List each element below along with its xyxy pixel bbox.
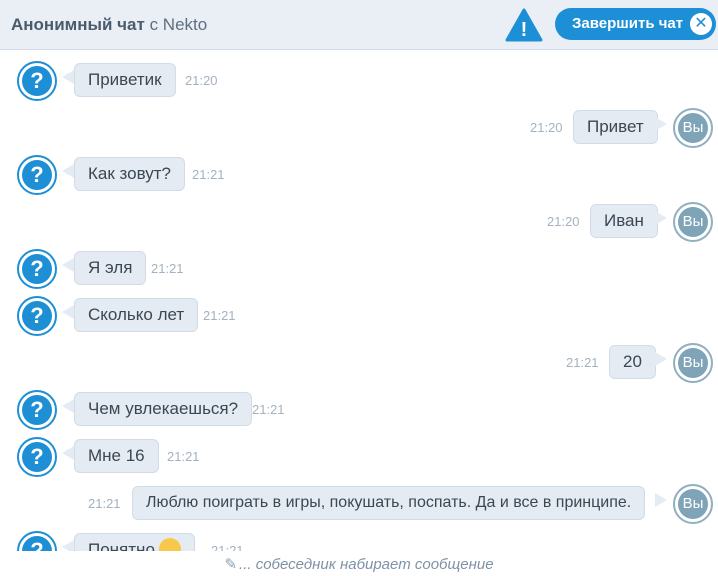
question-icon: ? xyxy=(22,160,52,190)
message-bubble: Иван xyxy=(590,204,658,238)
stranger-avatar: ? xyxy=(17,296,57,336)
message-row: 21:20 Иван Вы xyxy=(0,202,718,242)
message-bubble: Я эля xyxy=(74,251,147,285)
message-bubble: 20 xyxy=(609,345,656,379)
bubble-tail xyxy=(62,399,74,413)
message-time: 21:21 xyxy=(211,543,244,551)
stranger-avatar: ? xyxy=(17,390,57,430)
message-time: 21:20 xyxy=(530,120,563,135)
typing-indicator: ✎... собеседник набирает сообщение xyxy=(0,555,718,576)
message-row: ? Сколько лет 21:21 xyxy=(0,296,718,336)
question-icon: ? xyxy=(22,395,52,425)
warning-icon[interactable]: ! xyxy=(505,8,543,42)
message-row: 21:21 Люблю поиграть в игры, покушать, п… xyxy=(0,484,718,524)
bubble-tail xyxy=(655,493,667,507)
message-time: 21:21 xyxy=(167,449,200,464)
message-row: ? Чем увлекаешься? 21:21 xyxy=(0,390,718,430)
stranger-avatar: ? xyxy=(17,437,57,477)
typing-text: ... собеседник набирает сообщение xyxy=(239,556,494,573)
message-list[interactable]: ? Приветик 21:20 21:20 Привет Вы ? Как з… xyxy=(0,51,718,551)
message-row: 21:21 20 Вы xyxy=(0,343,718,383)
message-bubble: Привет xyxy=(573,110,658,144)
my-avatar: Вы xyxy=(673,202,713,242)
stranger-avatar: ? xyxy=(17,531,57,551)
message-time: 21:21 xyxy=(151,261,184,276)
my-avatar: Вы xyxy=(673,484,713,524)
bubble-tail xyxy=(62,305,74,319)
message-row: ? Я эля 21:21 xyxy=(0,249,718,289)
stranger-avatar: ? xyxy=(17,249,57,289)
stranger-avatar: ? xyxy=(17,61,57,101)
chat-title: Анонимный чат с Nekto xyxy=(11,15,207,35)
message-time: 21:21 xyxy=(88,496,121,511)
bubble-tail xyxy=(62,446,74,460)
pencil-icon: ✎ xyxy=(224,556,238,573)
bubble-tail xyxy=(655,211,667,225)
bubble-tail xyxy=(62,164,74,178)
question-icon: ? xyxy=(22,442,52,472)
message-row: 21:20 Привет Вы xyxy=(0,108,718,148)
stranger-avatar: ? xyxy=(17,155,57,195)
question-icon: ? xyxy=(22,301,52,331)
message-time: 21:21 xyxy=(203,308,236,323)
message-bubble: Люблю поиграть в игры, покушать, поспать… xyxy=(132,486,646,520)
question-icon: ? xyxy=(22,66,52,96)
end-chat-button[interactable]: Завершить чат ✕ xyxy=(555,8,716,40)
message-bubble: Приветик xyxy=(74,63,176,97)
message-row: ? Понятно 21:21 xyxy=(0,531,718,551)
chat-title-bold: Анонимный чат xyxy=(11,15,145,34)
message-text: Понятно xyxy=(88,540,155,551)
message-time: 21:21 xyxy=(192,167,225,182)
message-row: ? Приветик 21:20 xyxy=(0,61,718,101)
message-time: 21:20 xyxy=(547,214,580,229)
bubble-tail xyxy=(62,540,74,551)
message-bubble: Чем увлекаешься? xyxy=(74,392,253,426)
smile-emoji-icon xyxy=(158,537,181,551)
message-time: 21:21 xyxy=(566,355,599,370)
message-bubble: Как зовут? xyxy=(74,157,185,191)
chat-header: Анонимный чат с Nekto ! Завершить чат ✕ xyxy=(0,0,718,50)
message-row: ? Как зовут? 21:21 xyxy=(0,155,718,195)
end-chat-label: Завершить чат xyxy=(572,15,684,32)
message-bubble: Мне 16 xyxy=(74,439,159,473)
warning-symbol: ! xyxy=(521,19,528,41)
bubble-tail xyxy=(655,352,667,366)
bubble-tail xyxy=(62,258,74,272)
message-row: ? Мне 16 21:21 xyxy=(0,437,718,477)
chat-title-partner: с Nekto xyxy=(149,15,208,34)
bubble-tail xyxy=(655,117,667,131)
message-time: 21:20 xyxy=(185,73,218,88)
my-avatar: Вы xyxy=(673,343,713,383)
my-avatar: Вы xyxy=(673,108,713,148)
message-bubble: Сколько лет xyxy=(74,298,199,332)
question-icon: ? xyxy=(22,254,52,284)
close-icon: ✕ xyxy=(690,13,712,35)
question-icon: ? xyxy=(22,536,52,551)
message-bubble: Понятно xyxy=(74,533,195,551)
message-time: 21:21 xyxy=(252,402,285,417)
bubble-tail xyxy=(62,70,74,84)
